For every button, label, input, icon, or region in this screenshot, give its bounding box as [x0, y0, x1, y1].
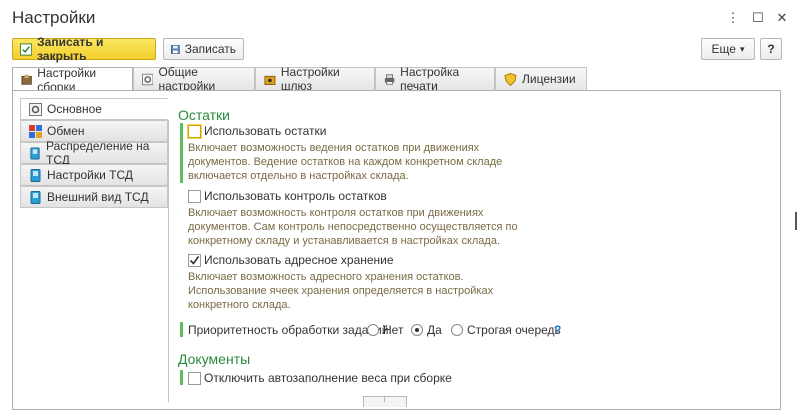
priority-radio-yes[interactable]: [411, 324, 423, 336]
tab-gateway-settings[interactable]: Настройки шлюз: [255, 65, 375, 93]
close-icon[interactable]: ✕: [773, 9, 791, 27]
tab-print-settings[interactable]: Настройка печати: [375, 65, 495, 93]
scrollbar-thumb[interactable]: [795, 212, 797, 230]
sidebar-divider: [168, 120, 169, 402]
use-address-storage-description: Включает возможность адресного хранения …: [188, 270, 493, 312]
tab-build-settings[interactable]: Настройки сборки: [12, 66, 133, 94]
more-label: Еще: [711, 42, 736, 56]
sidebar-item-main[interactable]: Основное: [20, 98, 168, 120]
tab-label: Настройки шлюз: [280, 65, 340, 93]
title-bar: Настройки ⋮ ☐ ✕: [0, 0, 800, 38]
description-line: Включает возможность адресного хранения …: [188, 271, 464, 283]
printer-icon: [384, 73, 395, 85]
device-icon: [30, 190, 41, 204]
exchange-icon: [29, 124, 42, 138]
bottom-control-divider: [384, 396, 385, 402]
use-stock-control-checkbox[interactable]: [188, 190, 201, 203]
sidebar-item-label: Распределение на ТСД: [46, 139, 150, 167]
priority-label: Приоритетность обработки заданий:: [188, 323, 392, 337]
box-settings-icon: [21, 74, 32, 85]
use-address-storage-checkbox[interactable]: [188, 254, 201, 267]
priority-radio-strict-queue[interactable]: [451, 324, 463, 336]
tab-label: Настройка печати: [400, 65, 460, 93]
description-line: Включает возможность контроля остатков п…: [188, 207, 484, 219]
section-title-stock: Остатки: [178, 107, 230, 123]
tab-label: Лицензии: [522, 72, 576, 86]
description-line: конкретному складу и устанавливается в н…: [188, 235, 501, 247]
description-line: Использование ячеек хранения определяетс…: [188, 285, 494, 297]
help-button[interactable]: ?: [760, 38, 782, 60]
priority-option-strict-queue: Строгая очередь: [467, 323, 561, 337]
tab-licenses[interactable]: Лицензии: [495, 67, 587, 90]
sidebar-item-tsd-appearance[interactable]: Внешний вид ТСД: [20, 186, 168, 208]
use-stock-control-label: Использовать контроль остатков: [204, 189, 387, 203]
save-and-close-button[interactable]: Записать и закрыть: [12, 35, 156, 63]
sidebar-item-label: Настройки ТСД: [47, 168, 134, 182]
use-address-storage-label: Использовать адресное хранение: [204, 253, 394, 267]
save-and-close-label: Записать и закрыть: [37, 35, 104, 63]
sidebar-item-label: Обмен: [47, 124, 85, 138]
sidebar-item-distribution[interactable]: Распределение на ТСД: [20, 139, 168, 167]
chevron-down-icon: ▾: [739, 43, 745, 54]
section-title-documents: Документы: [178, 351, 251, 367]
disable-weight-autofill-checkbox[interactable]: [188, 372, 201, 385]
device-icon: [30, 146, 40, 160]
description-line: документов. Ведение остатков на каждом к…: [188, 156, 503, 168]
sidebar-item-label: Основное: [47, 102, 102, 116]
floppy-icon: [171, 44, 180, 54]
group-indicator: [180, 123, 183, 183]
use-stock-label: Использовать остатки: [204, 124, 327, 138]
priority-option-no: Нет: [383, 323, 404, 337]
window-menu-icon[interactable]: ⋮: [724, 9, 742, 27]
more-button[interactable]: Еще ▾: [701, 38, 755, 60]
window-title: Настройки: [12, 8, 96, 27]
use-stock-description: Включает возможность ведения остатков пр…: [188, 141, 502, 183]
sidebar-item-tsd-settings[interactable]: Настройки ТСД: [20, 164, 168, 186]
gateway-icon: [264, 75, 276, 85]
priority-radio-no[interactable]: [367, 324, 379, 336]
device-icon: [30, 168, 41, 182]
checkmark-icon: [189, 256, 200, 265]
maximize-icon[interactable]: ☐: [749, 9, 767, 27]
priority-help-icon[interactable]: ?: [554, 323, 561, 337]
tab-label: Общие настройки: [158, 65, 216, 93]
disable-weight-autofill-label: Отключить автозаполнение веса при сборке: [204, 371, 452, 385]
save-label: Записать: [184, 42, 236, 56]
tab-general-settings[interactable]: Общие настройки: [133, 65, 255, 93]
use-stock-control-description: Включает возможность контроля остатков п…: [188, 206, 518, 248]
description-line: документов. Сам контроль непосредственно…: [188, 221, 518, 233]
description-line: Включает возможность ведения остатков пр…: [188, 142, 480, 154]
shield-icon: [504, 72, 517, 86]
save-close-icon: [20, 42, 33, 56]
description-line: включается отдельно в настройках склада.: [188, 170, 409, 182]
description-line: конкретного склада.: [188, 299, 291, 311]
priority-option-yes: Да: [427, 323, 442, 337]
use-stock-checkbox[interactable]: [188, 125, 201, 138]
group-indicator: [180, 322, 183, 337]
sidebar-item-label: Внешний вид ТСД: [47, 190, 149, 204]
save-button[interactable]: Записать: [163, 38, 244, 60]
gear-icon: [142, 73, 154, 85]
gear-icon: [29, 102, 42, 116]
group-indicator: [180, 370, 183, 385]
